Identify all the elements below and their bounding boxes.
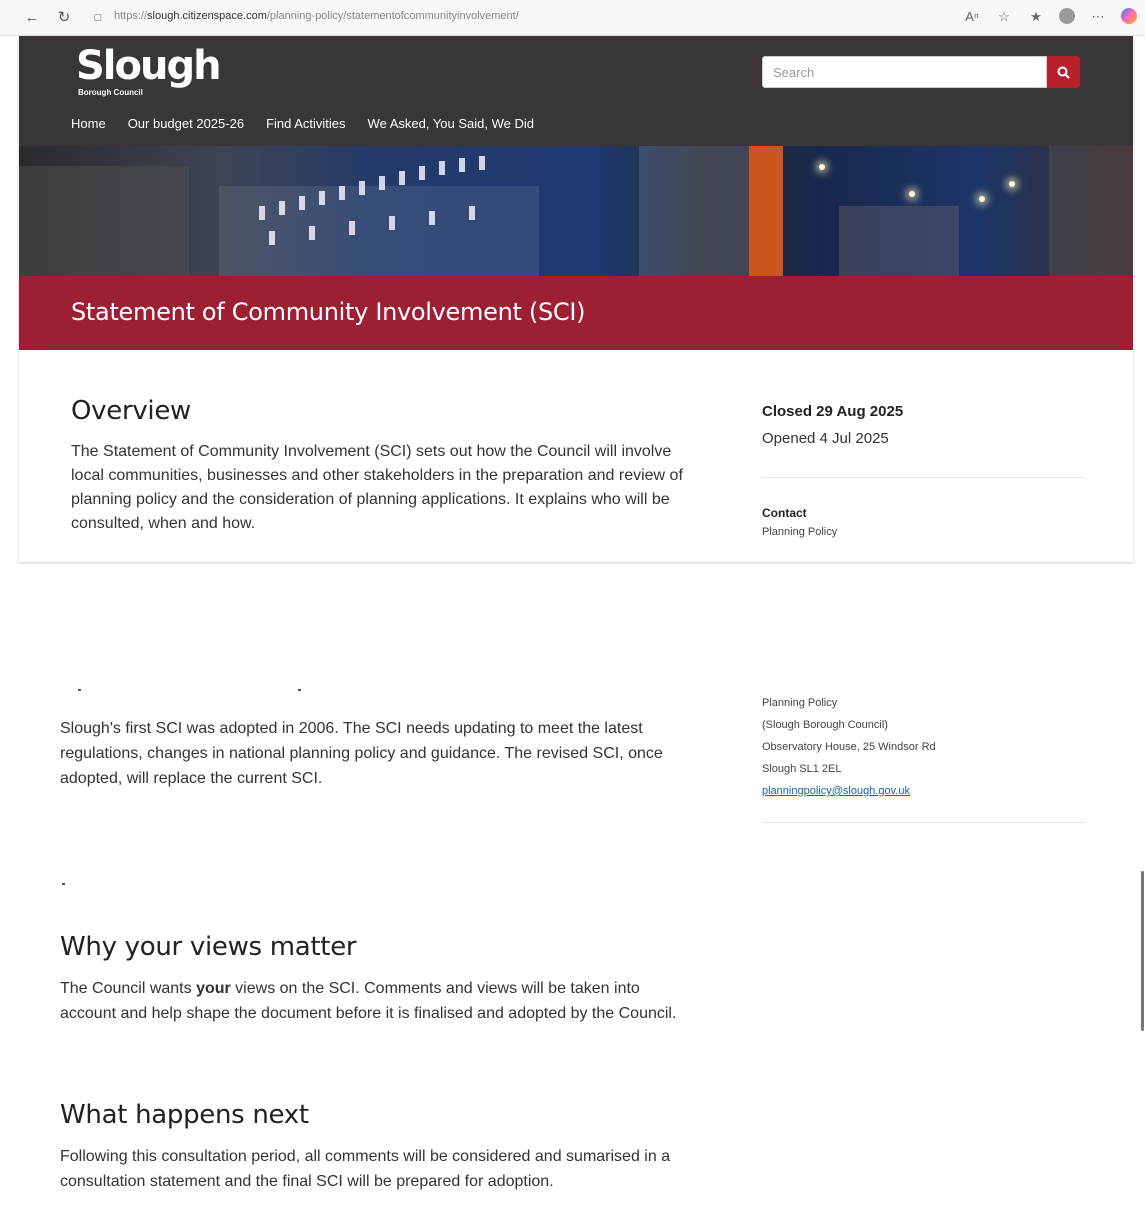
lock-icon: □ <box>94 12 102 24</box>
bullet-mark <box>62 883 65 885</box>
what-happens-next-section: What happens next Following this consult… <box>60 1100 700 1194</box>
why-views-matter-section: Why your views matter The Council wants … <box>60 932 700 1026</box>
contact-heading: Contact <box>762 506 807 520</box>
nav-find-activities[interactable]: Find Activities <box>266 116 345 131</box>
divider <box>762 822 1086 823</box>
opened-date: Opened 4 Jul 2025 <box>762 430 889 447</box>
favorites-icon[interactable]: ★ <box>1027 8 1045 26</box>
why-paragraph: The Council wants your views on the SCI.… <box>60 976 700 1026</box>
logo-text: Slough <box>76 43 222 89</box>
why-text-bold: your <box>196 980 231 997</box>
main-nav: Home Our budget 2025-26 Find Activities … <box>71 116 534 131</box>
overview-continued: Slough's first SCI was adopted in 2006. … <box>60 716 700 791</box>
search-box <box>762 56 1080 88</box>
next-paragraph: Following this consultation period, all … <box>60 1148 671 1190</box>
search-button[interactable] <box>1047 56 1080 88</box>
divider <box>762 477 1084 478</box>
favorite-star-icon[interactable]: ☆ <box>995 8 1013 26</box>
page-title-bar: Statement of Community Involvement (SCI) <box>19 276 1133 350</box>
contact-line: Observatory House, 25 Windsor Rd <box>762 741 936 753</box>
next-heading: What happens next <box>60 1100 309 1130</box>
consultation-sidebar: Closed 29 Aug 2025 Opened 4 Jul 2025 Con… <box>762 403 1084 538</box>
overview-heading: Overview <box>71 396 192 426</box>
contact-name: Planning Policy <box>762 526 838 538</box>
search-input[interactable] <box>762 56 1047 88</box>
why-text-start: The Council wants <box>60 980 197 997</box>
profile-icon[interactable] <box>1059 8 1075 24</box>
overview-section: Overview The Statement of Community Invo… <box>71 396 691 536</box>
back-icon[interactable]: ← <box>22 8 42 28</box>
contact-line: Planning Policy <box>762 697 838 709</box>
address-bar[interactable]: https://slough.citizenspace.com/planning… <box>114 10 714 22</box>
contact-details: Planning Policy (Slough Borough Council)… <box>762 692 1086 823</box>
refresh-icon[interactable]: ↻ <box>54 8 74 28</box>
bullet-mark <box>78 689 81 691</box>
read-aloud-icon[interactable]: Aⁿ <box>963 8 981 26</box>
overview-paragraph: The Statement of Community Involvement (… <box>71 443 683 532</box>
nav-we-asked[interactable]: We Asked, You Said, We Did <box>368 116 534 131</box>
page-viewport-top: Slough Borough Council Home Our budget 2… <box>19 36 1133 562</box>
hero-banner-image <box>19 146 1133 276</box>
nav-budget[interactable]: Our budget 2025-26 <box>128 116 244 131</box>
page-title: Statement of Community Involvement (SCI) <box>71 298 586 326</box>
page-viewport-scrolled: Slough's first SCI was adopted in 2006. … <box>0 686 1145 1231</box>
more-menu-icon[interactable]: ⋯ <box>1089 8 1107 26</box>
site-header: Slough Borough Council Home Our budget 2… <box>19 36 1133 146</box>
site-logo[interactable]: Slough Borough Council <box>76 43 222 97</box>
nav-home[interactable]: Home <box>71 116 106 131</box>
logo-subtext: Borough Council <box>78 88 143 97</box>
scrollbar-thumb[interactable] <box>1141 871 1144 1031</box>
bullet-mark <box>298 689 301 691</box>
closed-date: Closed 29 Aug 2025 <box>762 403 904 420</box>
copilot-icon[interactable] <box>1121 8 1137 24</box>
browser-toolbar: ← ↻ □ https://slough.citizenspace.com/pl… <box>0 0 1145 36</box>
search-icon <box>1057 66 1070 79</box>
contact-email-link[interactable]: planningpolicy@slough.gov.uk <box>762 785 910 797</box>
contact-line: (Slough Borough Council) <box>762 719 888 731</box>
why-heading: Why your views matter <box>60 932 357 962</box>
scrollbar[interactable] <box>1139 686 1145 1231</box>
overview-paragraph-2: Slough's first SCI was adopted in 2006. … <box>60 720 663 787</box>
contact-line: Slough SL1 2EL <box>762 763 842 775</box>
